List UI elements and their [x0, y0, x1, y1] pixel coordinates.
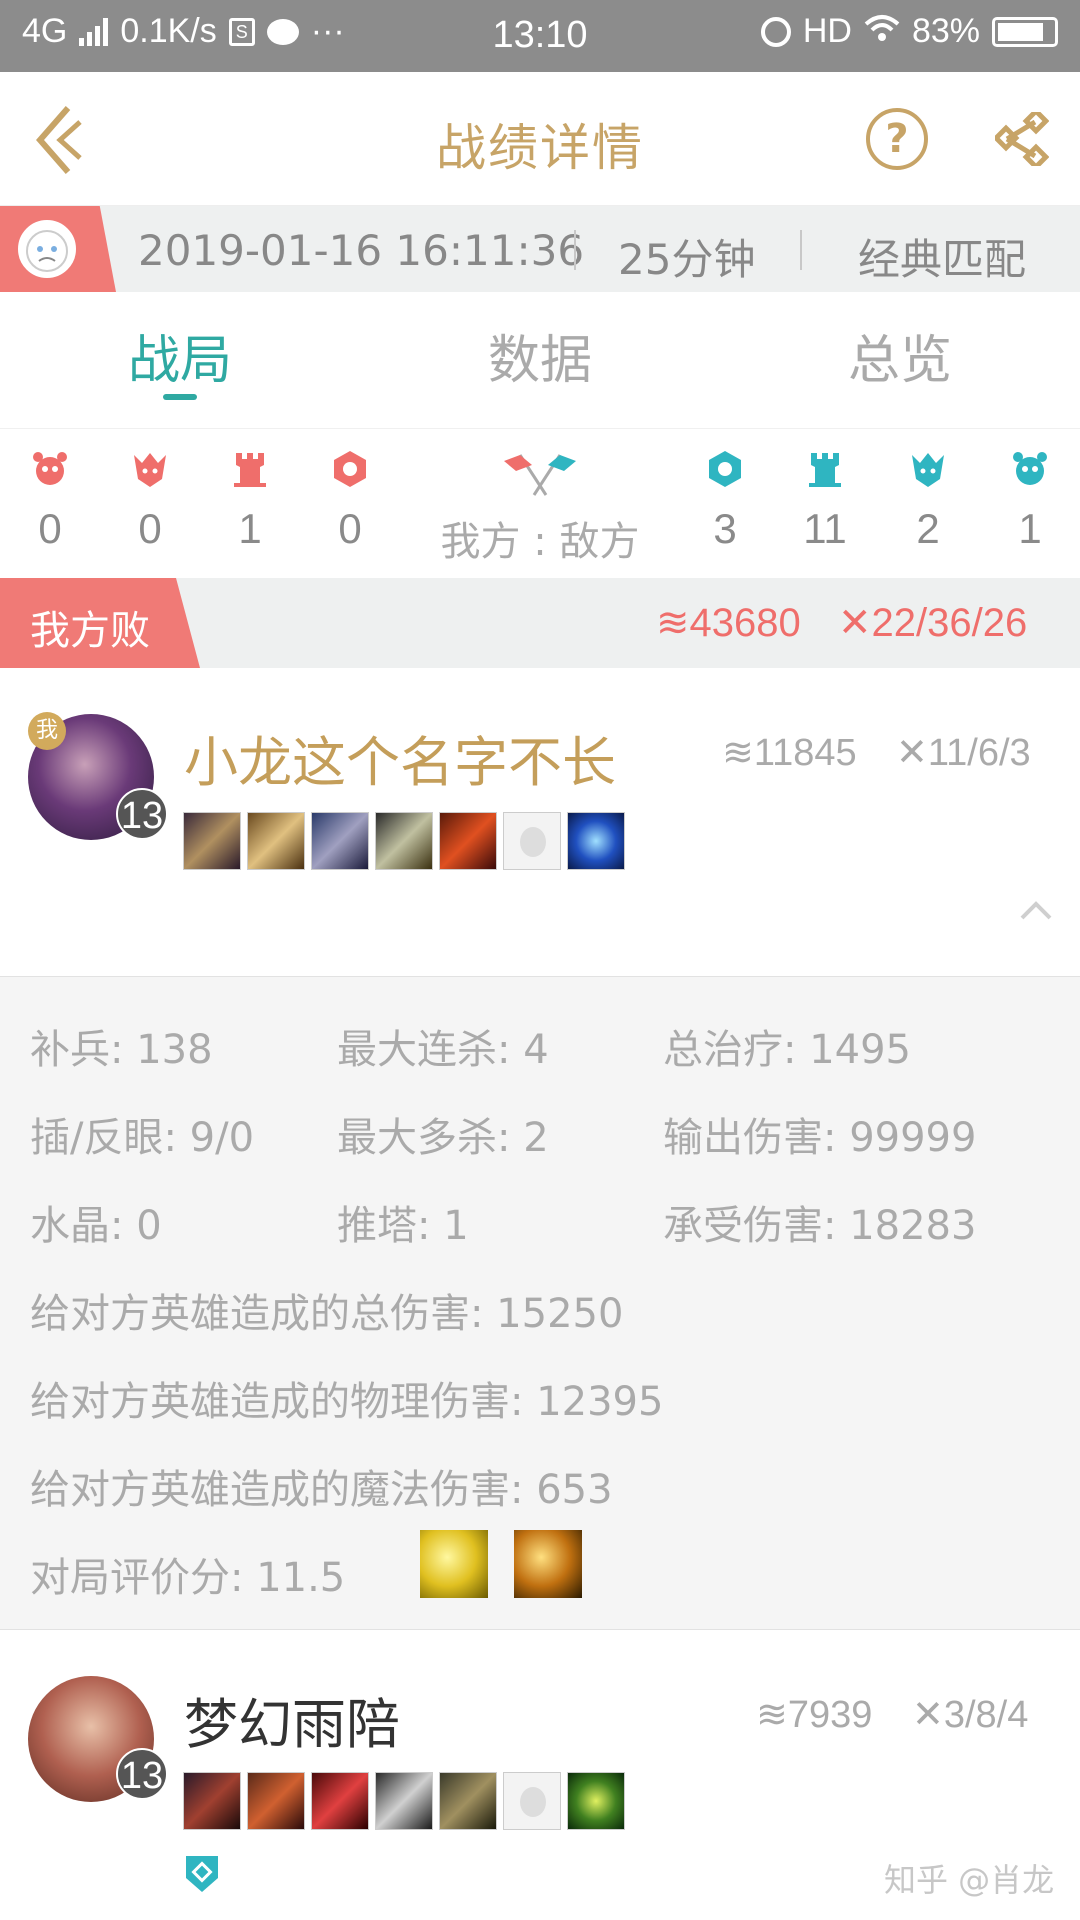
- alarm-icon: [760, 16, 791, 47]
- status-right: HD 83%: [760, 12, 1058, 51]
- crossed-flags-icon: [504, 454, 576, 496]
- objectives-panel: 0 0 1 0 我方 : 敌方 3 11 2 1: [0, 428, 1080, 578]
- team-gold: ≋43680: [656, 601, 801, 645]
- stat-score: 对局评价分: 11.5: [30, 1555, 346, 1601]
- wifi-icon: [864, 12, 900, 51]
- item-slots: [183, 1772, 625, 1830]
- divider: [574, 230, 576, 270]
- flame-blade-item-icon: [439, 812, 497, 870]
- rank-shield-icon: [186, 1856, 218, 1892]
- help-button[interactable]: ?: [866, 108, 928, 170]
- enemy-dragon: 2: [888, 449, 968, 553]
- hd-label: HD: [802, 12, 852, 50]
- battery-level: 83%: [911, 12, 980, 50]
- stat-damage-taken: 承受伤害: 18283: [663, 1203, 977, 1249]
- dagger-item-icon: [311, 1772, 369, 1830]
- team-result-bar: 我方败 ≋43680 ✕22/36/26: [0, 578, 1080, 668]
- divider: [800, 230, 802, 270]
- versus-indicator: 我方 : 敌方: [420, 449, 660, 567]
- champion-level: 13: [116, 1748, 168, 1800]
- tab-data[interactable]: 数据: [440, 318, 640, 393]
- baron-icon: [1013, 452, 1047, 485]
- enemy-inhibitor: 3: [685, 449, 765, 553]
- crossed-swords-icon: ✕: [912, 1694, 944, 1736]
- axe-item-icon: [375, 812, 433, 870]
- tab-battle[interactable]: 战局: [80, 318, 280, 393]
- armor-item-icon: [247, 812, 305, 870]
- gauntlet-item-icon: [183, 1772, 241, 1830]
- tower-icon: [809, 453, 841, 487]
- versus-label: 我方 : 敌方: [440, 519, 640, 565]
- vine-item-icon: [567, 1772, 625, 1830]
- gold-coins-icon: ≋: [722, 732, 754, 774]
- stat-cs: 补兵: 138: [30, 1027, 213, 1073]
- player-gold: ≋11845: [722, 732, 857, 774]
- our-tower: 1: [210, 449, 290, 553]
- player-kda: ✕3/8/4: [912, 1694, 1029, 1736]
- baron-icon: [33, 452, 67, 485]
- stat-total-champ-damage: 给对方英雄造成的总伤害: 15250: [30, 1291, 624, 1337]
- inhibitor-icon: [334, 451, 366, 487]
- match-mode: 经典匹配: [858, 235, 1027, 284]
- me-badge: 我: [28, 712, 66, 750]
- inhibitor-icon: [709, 451, 741, 487]
- share-icon: [992, 107, 1050, 171]
- blade-item-icon: [311, 812, 369, 870]
- stat-towers: 推塔: 1: [337, 1203, 469, 1249]
- match-info-bar: 2019-01-16 16:11:36 25分钟 经典匹配: [0, 206, 1080, 292]
- collapse-chevron-icon[interactable]: [1018, 898, 1054, 922]
- player-name: 梦幻雨陪: [184, 1693, 400, 1756]
- flash-spell-icon: [420, 1530, 488, 1598]
- our-inhibitor: 0: [310, 449, 390, 553]
- enemy-baron: 1: [990, 449, 1070, 553]
- player-stats-panel: 补兵: 138 最大连杀: 4 总治疗: 1495 插/反眼: 9/0 最大多杀…: [0, 976, 1080, 1630]
- stat-wards: 插/反眼: 9/0: [30, 1115, 255, 1161]
- sword-item-icon: [183, 812, 241, 870]
- stat-physical-champ-damage: 给对方英雄造成的物理伤害: 12395: [30, 1379, 664, 1425]
- stat-magic-champ-damage: 给对方英雄造成的魔法伤害: 653: [30, 1467, 613, 1513]
- team-kda: ✕22/36/26: [838, 601, 1028, 645]
- dragon-icon: [912, 453, 944, 487]
- ignite-spell-icon: [514, 1530, 582, 1598]
- battery-icon: [992, 16, 1058, 47]
- status-bar: 4G 0.1K/s S ··· 13:10 HD 83%: [0, 0, 1080, 72]
- empty-slot-icon: [503, 1772, 561, 1830]
- team-result-label: 我方败: [30, 608, 150, 654]
- our-baron: 0: [10, 449, 90, 553]
- tower-icon: [234, 453, 266, 487]
- active-tab-indicator: [163, 394, 197, 400]
- stat-max-kill-streak: 最大连杀: 4: [337, 1027, 549, 1073]
- stat-damage-dealt: 输出伤害: 99999: [663, 1115, 977, 1161]
- crossed-swords-icon: ✕: [838, 601, 872, 645]
- player-name: 小龙这个名字不长: [184, 731, 616, 794]
- crossed-swords-icon: ✕: [896, 732, 928, 774]
- empty-slot-icon: [503, 812, 561, 870]
- crying-face-icon: [18, 220, 76, 278]
- boots-item-icon: [439, 1772, 497, 1830]
- player-kda: ✕11/6/3: [896, 732, 1031, 774]
- claw-item-icon: [247, 1772, 305, 1830]
- item-slots: [183, 812, 625, 870]
- enemy-tower: 11: [785, 449, 865, 553]
- tab-overview[interactable]: 总览: [800, 318, 1000, 393]
- app-header: 战绩详情 ?: [0, 72, 1080, 206]
- match-datetime: 2019-01-16 16:11:36: [138, 226, 585, 275]
- stat-crystal: 水晶: 0: [30, 1203, 162, 1249]
- player-gold: ≋7939: [756, 1694, 873, 1736]
- player-card[interactable]: 我 13 小龙这个名字不长 ≋11845 ✕11/6/3: [0, 668, 1080, 976]
- stat-max-multikill: 最大多杀: 2: [337, 1115, 549, 1161]
- watermark: 知乎 @肖龙: [884, 1861, 1055, 1899]
- tab-bar: 战局 数据 总览: [0, 292, 1080, 412]
- dragon-icon: [134, 453, 166, 487]
- match-duration: 25分钟: [618, 235, 756, 284]
- stat-total-heal: 总治疗: 1495: [663, 1027, 911, 1073]
- gold-coins-icon: ≋: [656, 601, 690, 645]
- greatsword-item-icon: [375, 1772, 433, 1830]
- champion-level: 13: [116, 788, 168, 840]
- share-button[interactable]: [992, 107, 1050, 171]
- gold-coins-icon: ≋: [756, 1694, 788, 1736]
- crystal-item-icon: [567, 812, 625, 870]
- our-dragon: 0: [110, 449, 190, 553]
